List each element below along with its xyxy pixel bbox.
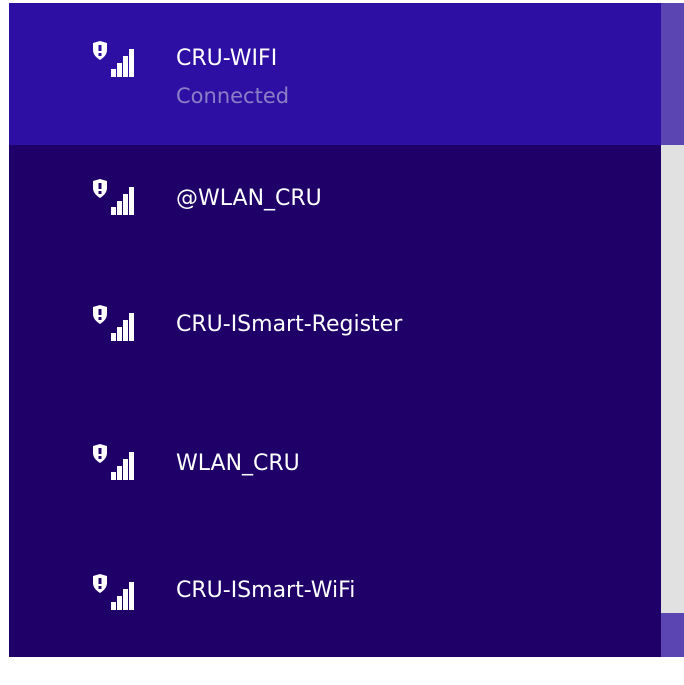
- scrollbar-bottom-segment[interactable]: [661, 613, 684, 657]
- scrollbar-top-segment[interactable]: [661, 3, 684, 145]
- network-item-cru-ismart-wifi[interactable]: CRU-ISmart-WiFi: [9, 528, 661, 657]
- wifi-network-panel: CRU-WIFI Connected @WLAN_CRU CRU-ISmart-…: [9, 3, 684, 657]
- network-item-wlan-cru[interactable]: WLAN_CRU: [9, 398, 661, 528]
- wifi-secured-icon: [91, 574, 155, 614]
- network-item-cru-wifi[interactable]: CRU-WIFI Connected: [9, 3, 661, 145]
- network-name: CRU-ISmart-WiFi: [176, 578, 356, 603]
- network-list: CRU-WIFI Connected @WLAN_CRU CRU-ISmart-…: [9, 3, 661, 657]
- connection-status: Connected: [176, 84, 290, 108]
- wifi-secured-icon: [91, 444, 155, 484]
- network-item-cru-ismart-register[interactable]: CRU-ISmart-Register: [9, 265, 661, 398]
- network-name: @WLAN_CRU: [176, 186, 322, 211]
- wifi-secured-icon: [91, 305, 155, 345]
- network-item-wlan-cru-at[interactable]: @WLAN_CRU: [9, 145, 661, 265]
- network-name: WLAN_CRU: [176, 451, 300, 476]
- scrollbar[interactable]: [661, 3, 684, 657]
- network-name: CRU-WIFI: [176, 46, 278, 71]
- wifi-secured-icon: [91, 41, 155, 81]
- network-name: CRU-ISmart-Register: [176, 312, 403, 337]
- wifi-secured-icon: [91, 179, 155, 219]
